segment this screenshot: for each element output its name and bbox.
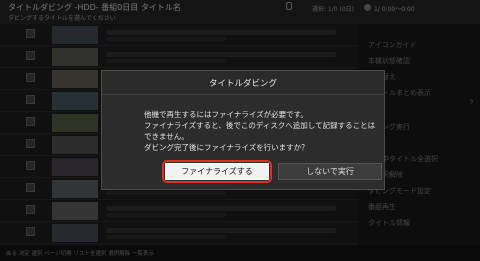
- message-line: ファイナライズすると、後でこのディスクへ追加して記録することは: [144, 121, 376, 130]
- message-line: できません。: [144, 132, 189, 141]
- message-line: 他機で再生するにはファイナライズが必要です。: [144, 110, 308, 119]
- dialog-message: 他機で再生するにはファイナライズが必要です。 ファイナライズすると、後でこのディ…: [144, 109, 376, 153]
- finalize-dialog: タイトルダビング 他機で再生するにはファイナライズが必要です。 ファイナライズす…: [101, 70, 385, 190]
- run-without-finalize-button[interactable]: しないで実行: [278, 163, 382, 180]
- finalize-button[interactable]: ファイナライズする: [165, 163, 269, 180]
- message-line: ダビング完了後にファイナライズを行いますか？: [144, 143, 309, 152]
- dialog-title: タイトルダビング: [208, 79, 277, 89]
- dialog-title-bar: タイトルダビング: [102, 71, 384, 95]
